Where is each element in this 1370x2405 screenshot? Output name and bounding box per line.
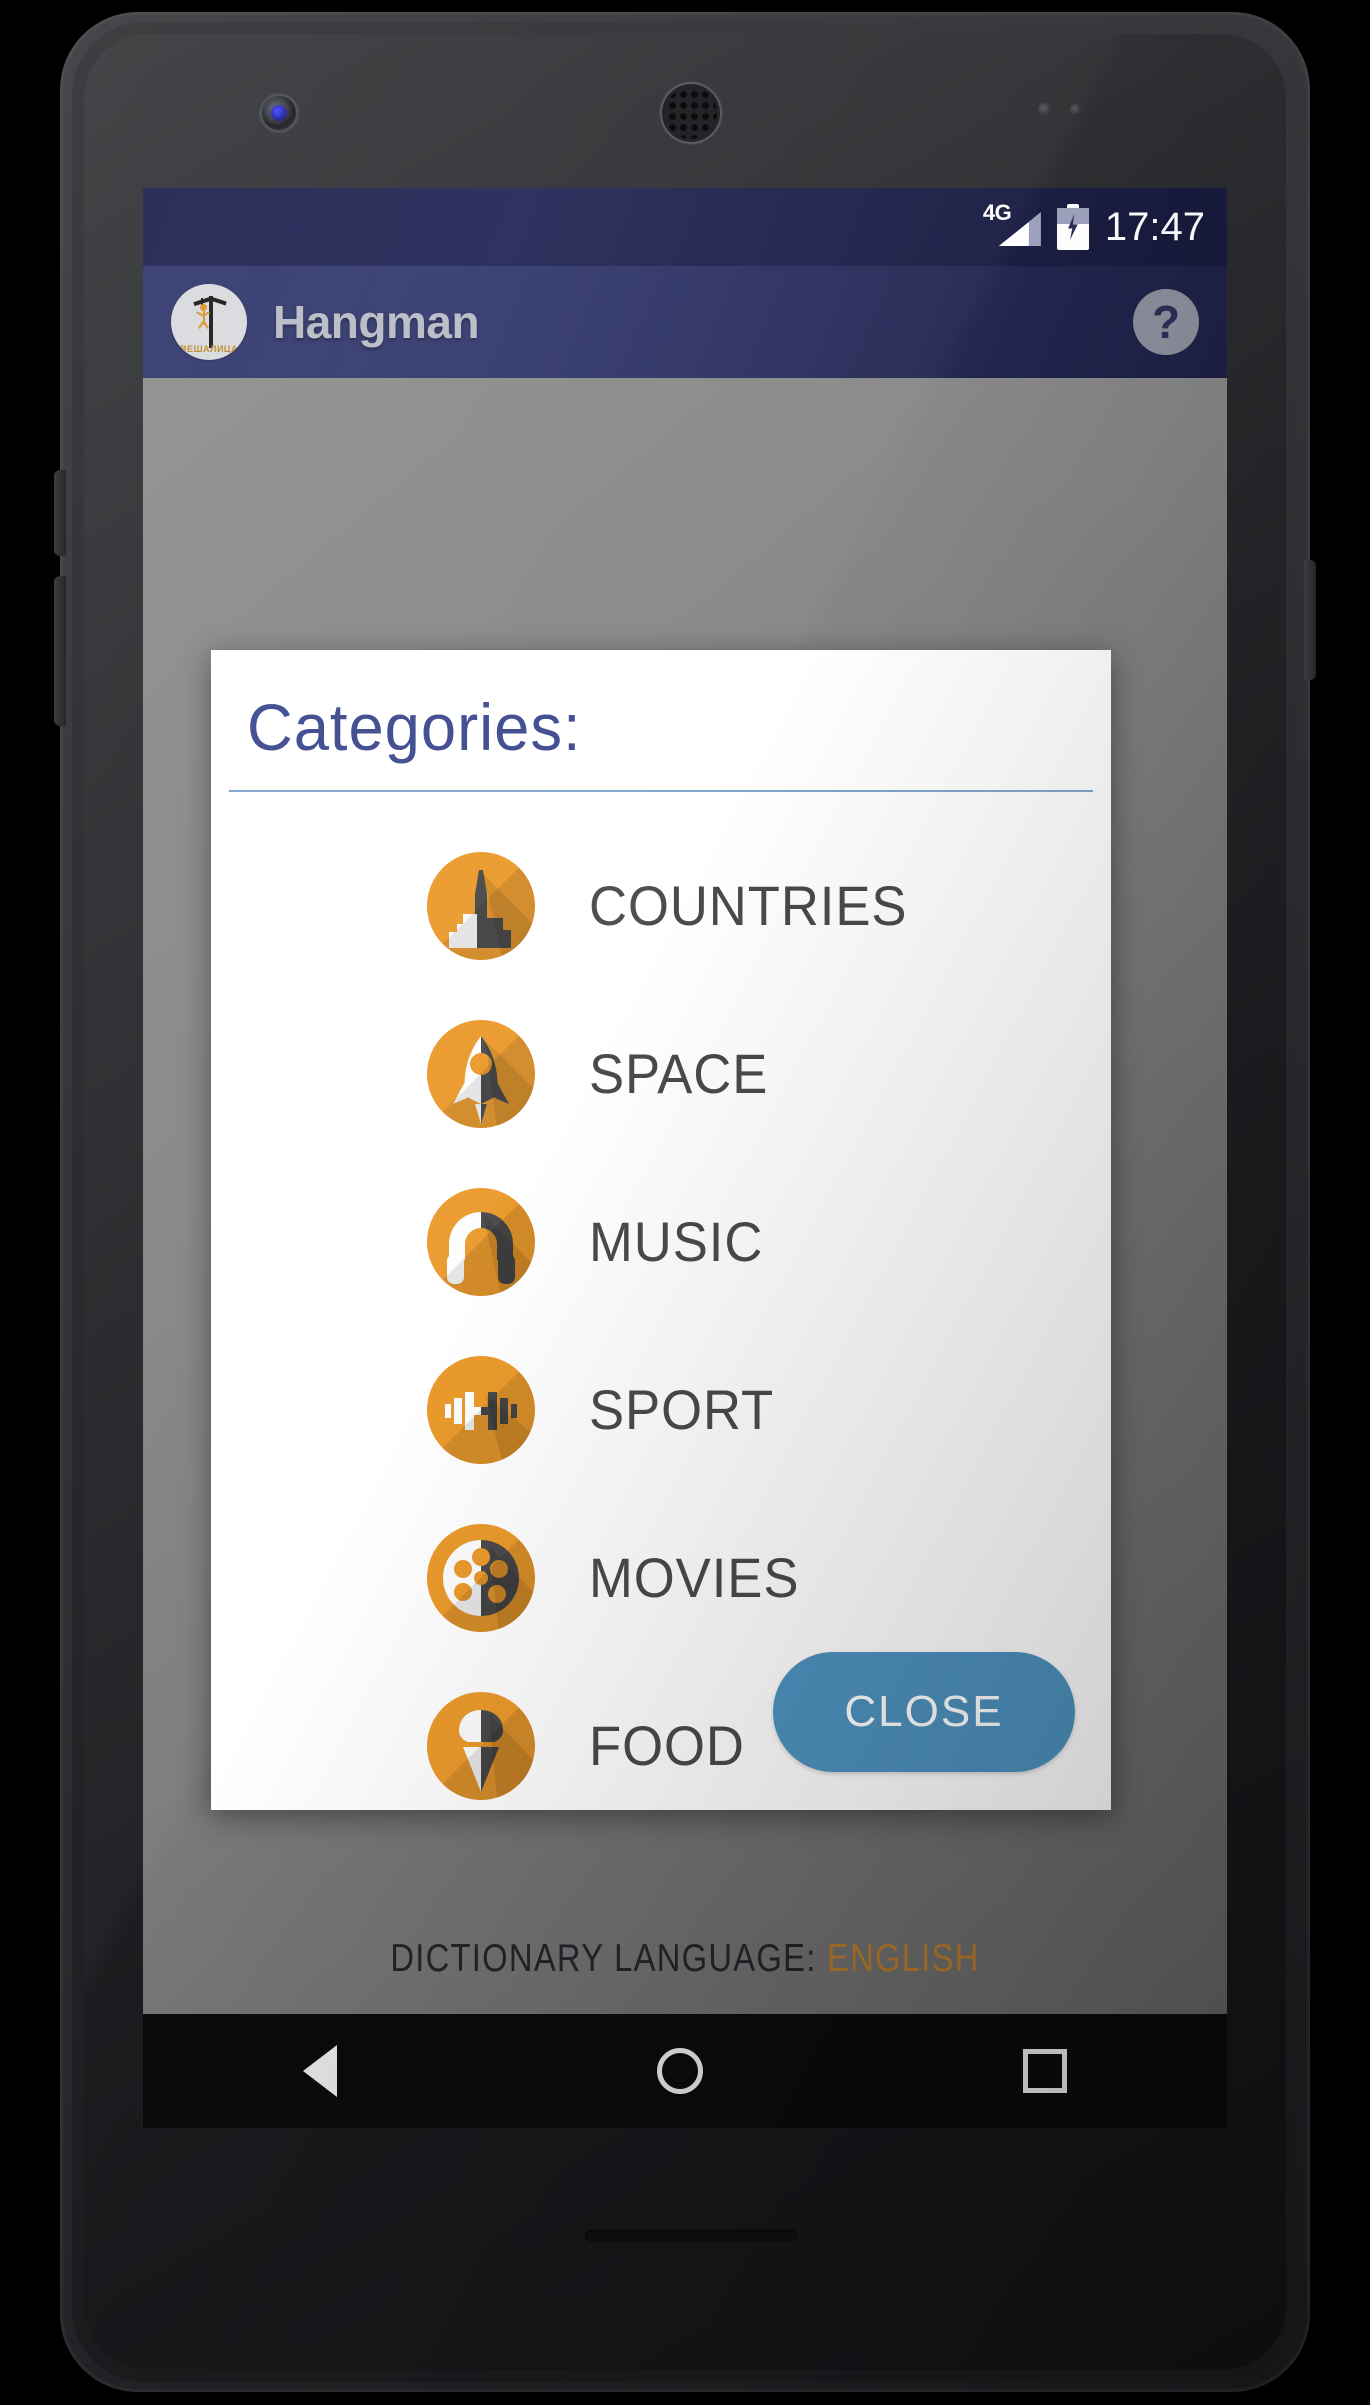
list-item-label: MUSIC [589,1210,764,1273]
volume-down-button[interactable] [54,576,66,726]
list-item[interactable]: SPACE [211,990,1111,1158]
power-button[interactable] [1304,560,1316,680]
list-item-label: MOVIES [589,1546,800,1609]
status-bar: 4G 17:47 [143,188,1227,266]
dictionary-language-value: ENGLISH [827,1937,980,1980]
help-icon[interactable]: ? [1133,289,1199,355]
list-item[interactable]: COUNTRIES [211,822,1111,990]
skyscraper-icon [427,852,535,960]
status-bar-clock: 17:47 [1104,205,1205,249]
dictionary-language-label: DICTIONARY LANGUAGE: [390,1937,817,1980]
ice-cream-cone-icon [427,1692,535,1800]
battery-charging-icon [1056,204,1089,250]
rocket-icon [427,1020,535,1128]
bottom-speaker-grille [585,2230,797,2242]
app-logo-brand-label: ВЕШАЛИЦА [179,344,238,354]
front-camera-icon [262,96,296,130]
headphones-icon [427,1188,535,1296]
app-bar: ВЕШАЛИЦА Hangman ? [143,266,1227,378]
signal-bars-icon: 4G [983,202,1041,250]
dialog-title: Categories: [247,690,582,764]
list-item-label: COUNTRIES [589,874,908,937]
dialog-header: Categories: [211,650,1111,778]
earpiece-speaker-icon [660,82,722,144]
volume-up-button[interactable] [54,470,66,556]
hangman-gallows-icon: ВЕШАЛИЦА [171,284,247,360]
list-item-label: SPORT [589,1378,775,1441]
page-title: Hangman [273,296,480,348]
dialog-actions: CLOSE [773,1652,1075,1772]
dictionary-language-line[interactable]: DICTIONARY LANGUAGE: ENGLISH [230,1939,1141,1978]
categories-dialog: Categories: COUNTRIES SPACE MUSIC SPORT … [211,650,1111,1810]
dumbbell-icon [427,1356,535,1464]
list-item-label: FOOD [589,1714,745,1777]
android-navigation-bar [143,2014,1227,2128]
list-item[interactable]: MUSIC [211,1158,1111,1326]
proximity-sensor-icon [1038,103,1104,117]
list-item[interactable]: SPORT [211,1326,1111,1494]
film-reel-icon [427,1524,535,1632]
dimmed-background: DICTIONARY LANGUAGE: ENGLISH Categories: [143,378,1227,2128]
recents-square-icon[interactable] [1023,2049,1067,2093]
close-button[interactable]: CLOSE [773,1652,1075,1772]
screenshot-stage: 4G 17:47 ВЕШАЛИЦА Hangman ? DICTIONARY L… [0,0,1370,2405]
home-circle-icon[interactable] [657,2048,703,2094]
back-triangle-icon[interactable] [303,2045,337,2097]
phone-screen: 4G 17:47 ВЕШАЛИЦА Hangman ? DICTIONARY L… [143,188,1227,2128]
list-item[interactable]: MOVIES [211,1494,1111,1662]
list-item-label: SPACE [589,1042,769,1105]
